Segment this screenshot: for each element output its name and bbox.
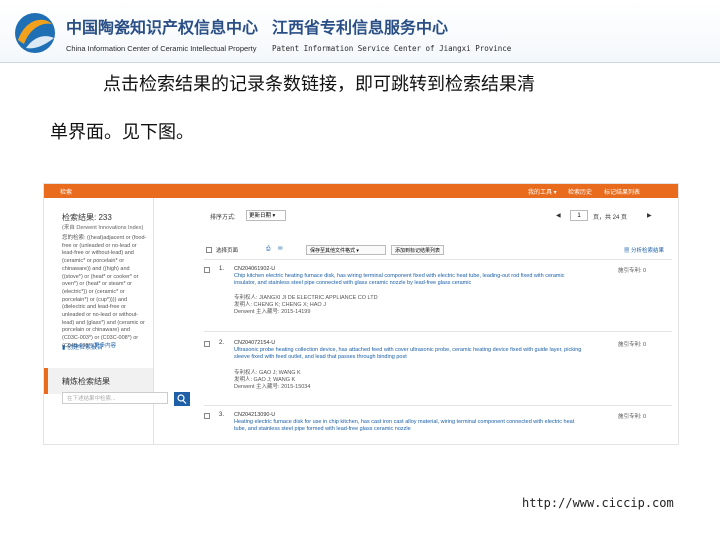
- print-icon[interactable]: ⎙: [266, 246, 270, 253]
- record-assignee: 专利权人: JIANGXI JI DE ELECTRIC APPLIANCE C…: [234, 295, 378, 301]
- org2-name: 江西省专利信息服务中心: [272, 18, 449, 37]
- index-note: (来自 Derwent Innovations Index): [62, 225, 144, 231]
- export-format-label: 保存至其他文件格式: [310, 248, 356, 254]
- nav-marked-list[interactable]: 标记结果列表: [604, 187, 640, 196]
- record-citations[interactable]: 施引专利: 0: [618, 266, 646, 274]
- nav-my-tools[interactable]: 我的工具 ▾: [528, 187, 557, 196]
- next-page-icon[interactable]: ▶: [647, 212, 652, 219]
- record-checkbox[interactable]: [204, 267, 210, 273]
- record-accession: Derwent 主入藏号: 2015-14199: [234, 309, 311, 315]
- sort-select[interactable]: 更新日期 ▾: [246, 210, 286, 221]
- divider: [204, 259, 672, 260]
- description-line-1: 点击检索结果的记录条数链接，即可跳转到检索结果清: [103, 74, 535, 95]
- nav-history[interactable]: 检索历史: [568, 187, 592, 196]
- accent-bar: [44, 368, 48, 394]
- sort-value: 更新日期: [249, 213, 272, 219]
- export-format-select[interactable]: 保存至其他文件格式 ▾: [306, 245, 386, 255]
- select-page-checkbox[interactable]: [206, 247, 212, 253]
- nav-search[interactable]: 检索: [60, 187, 72, 196]
- logo-icon: [15, 13, 55, 53]
- search-results-screenshot: 检索 我的工具 ▾ 检索历史 标记结果列表 检索结果: 233 (来自 Derw…: [43, 183, 679, 445]
- org2-name-en: Patent Information Service Center of Jia…: [272, 44, 512, 53]
- record-checkbox[interactable]: [204, 413, 210, 419]
- chevron-down-icon: ▾: [272, 213, 276, 219]
- divider: [204, 331, 672, 332]
- page-input[interactable]: 1: [570, 210, 588, 221]
- query-text: 您的检索: ((heat)adjacent or (food-free or (…: [62, 235, 148, 351]
- record-assignee: 专利权人: GAO J; WANG K: [234, 370, 301, 376]
- record-citations[interactable]: 施引专利: 0: [618, 412, 646, 420]
- query-string: 您的检索: ((heat)adjacent or (food-free or (…: [62, 235, 147, 349]
- refine-title: 精炼检索结果: [62, 377, 110, 386]
- analyze-results-label: 分析检索结果: [631, 248, 665, 254]
- left-panel: 检索结果: 233 (来自 Derwent Innovations Index)…: [44, 198, 154, 444]
- record-title-link[interactable]: Ultrasonic probe heating collection devi…: [234, 347, 586, 361]
- refine-search-button[interactable]: [174, 392, 190, 406]
- app-nav-bar: 检索 我的工具 ▾ 检索历史 标记结果列表: [44, 184, 678, 198]
- search-icon: [177, 394, 187, 404]
- refine-search-input[interactable]: 在下述结果中检索...: [62, 392, 168, 404]
- chevron-down-icon: ▾: [356, 248, 359, 254]
- record-id: CN204061902-U: [234, 266, 276, 272]
- record-id: CN204213090-U: [234, 412, 276, 418]
- add-to-marked-button[interactable]: 添加到标记结果列表: [391, 245, 445, 255]
- record-checkbox[interactable]: [204, 341, 210, 347]
- chart-icon: ▦: [624, 248, 632, 254]
- record-number: 3.: [219, 412, 225, 418]
- prev-page-icon[interactable]: ◀: [556, 212, 561, 219]
- result-count[interactable]: 检索结果: 233: [62, 212, 112, 223]
- record-inventor: 发明人: CHENG K; CHENG X; HAO J: [234, 302, 326, 308]
- select-page-label: 选择页面: [216, 248, 239, 254]
- sort-label: 排序方式:: [210, 215, 236, 221]
- org1-name-en: China Information Center of Ceramic Inte…: [66, 44, 257, 53]
- description-line-2: 单界面。见下图。: [50, 122, 194, 143]
- record-citations[interactable]: 施引专利: 0: [618, 340, 646, 348]
- refine-header: 精炼检索结果: [44, 368, 153, 394]
- email-icon[interactable]: ✉: [278, 246, 283, 252]
- record-inventor: 发明人: GAO J; WANG K: [234, 377, 296, 383]
- org1-name: 中国陶瓷知识产权信息中心: [66, 18, 259, 37]
- create-report-label: 创建检索报告: [66, 345, 103, 351]
- record-title-link[interactable]: Heating electric furnace disk for use in…: [234, 419, 586, 433]
- record-accession: Derwent 主入藏号: 2015-15034: [234, 384, 311, 390]
- analyze-results-link[interactable]: ▦ 分析检索结果: [624, 246, 664, 254]
- create-report-link[interactable]: ▮ 创建检索报告: [62, 342, 103, 351]
- header-banner: 中国陶瓷知识产权信息中心 China Information Center of…: [0, 0, 720, 63]
- record-number: 1.: [219, 266, 225, 272]
- record-id: CN204072154-U: [234, 340, 276, 346]
- divider: [204, 405, 672, 406]
- record-title-link[interactable]: Chip kitchen electric heating furnace di…: [234, 273, 586, 287]
- footer-url: http://www.ciccip.com: [522, 496, 674, 510]
- record-number: 2.: [219, 340, 225, 346]
- page-total: 页，共 24 页: [593, 215, 628, 221]
